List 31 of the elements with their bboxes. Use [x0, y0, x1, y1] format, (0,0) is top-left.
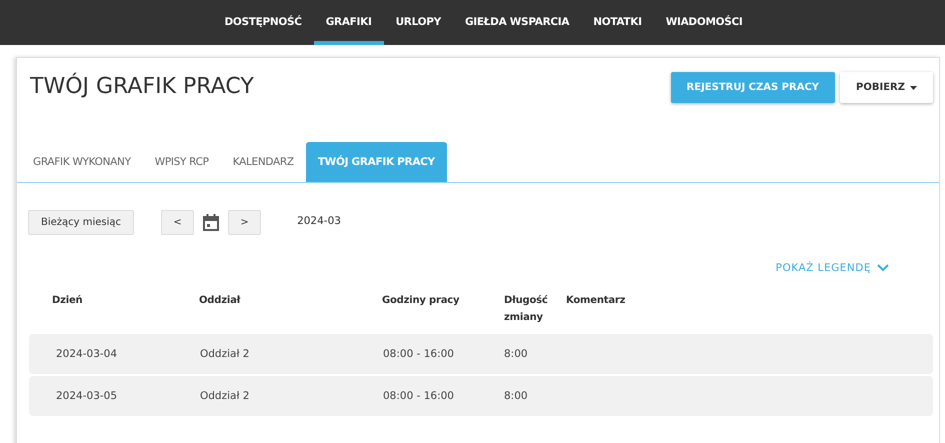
calendar-icon[interactable]: [203, 214, 220, 231]
caret-icon: [910, 86, 917, 90]
month-label: 2024-03: [297, 214, 341, 226]
table-cell-text: 2024-03-04: [56, 348, 118, 360]
nav-link[interactable]: GIEŁDA WSPARCIA: [452, 0, 582, 45]
column-header: Długość zmiany: [504, 294, 549, 325]
previous-month-button[interactable]: <: [161, 210, 194, 235]
table-cell-text: 8:00: [504, 390, 529, 402]
table-cell-text: 2024-03-05: [56, 390, 118, 402]
tab[interactable]: WPISY RCP: [142, 142, 221, 182]
column-header: Godziny pracy: [382, 294, 460, 308]
nav-link[interactable]: URLOPY: [384, 0, 453, 45]
table-cell-text: Oddział 2: [200, 348, 250, 360]
nav-link[interactable]: WIADOMOŚCI: [654, 0, 754, 45]
download-button[interactable]: POBIERZ: [840, 72, 933, 103]
column-header: Komentarz: [566, 294, 626, 308]
page-title: TWÓJ GRAFIK PRACY: [30, 72, 254, 101]
nav-link[interactable]: GRAFIKI: [314, 0, 384, 45]
nav-link[interactable]: DOSTĘPNOŚĆ: [212, 0, 314, 45]
column-header: Dzień: [52, 294, 84, 308]
nav-link[interactable]: NOTATKI: [581, 0, 654, 45]
next-month-button[interactable]: >: [228, 210, 262, 235]
table-cell-text: 8:00: [504, 348, 529, 360]
table-cell-text: Oddział 2: [200, 390, 250, 402]
table-cell-text: 08:00 - 16:00: [383, 390, 455, 402]
tab[interactable]: KALENDARZ: [220, 142, 306, 182]
chevron-down-icon: [877, 264, 889, 272]
table-cell-text: 08:00 - 16:00: [383, 348, 455, 360]
current-month-button[interactable]: Bieżący miesiąc: [28, 210, 134, 235]
tab[interactable]: GRAFIK WYKONANY: [21, 142, 143, 182]
column-header: Oddział: [199, 294, 242, 308]
